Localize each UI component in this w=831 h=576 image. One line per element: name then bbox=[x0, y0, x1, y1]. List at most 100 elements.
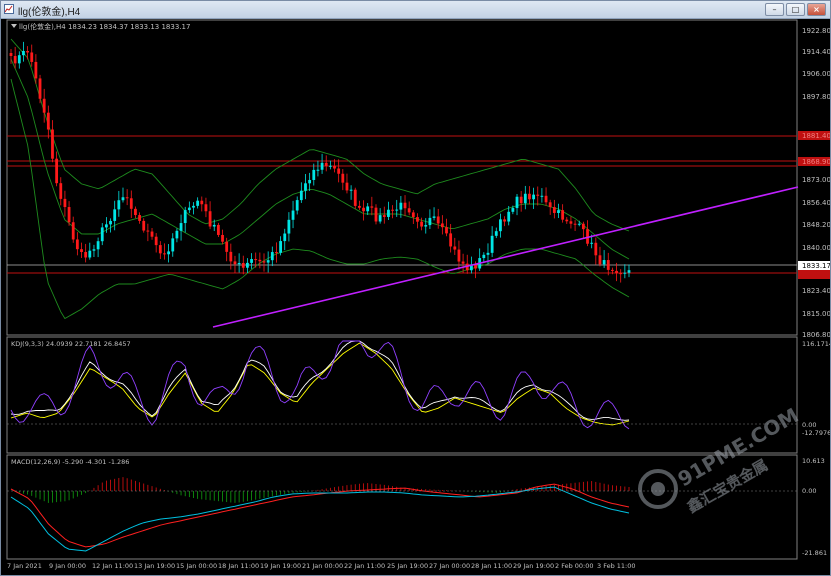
candle-body bbox=[440, 223, 444, 228]
candle-body bbox=[117, 200, 121, 210]
candle-body bbox=[519, 196, 523, 204]
price-tick: 1897.80 bbox=[802, 93, 830, 101]
candle-body bbox=[511, 208, 515, 212]
candle-body bbox=[258, 259, 262, 262]
candle-body bbox=[192, 205, 195, 208]
candle-body bbox=[461, 261, 465, 264]
candle-body bbox=[581, 223, 585, 230]
price-tag-ghost: 1868.90 bbox=[802, 158, 830, 166]
candle-body bbox=[407, 208, 411, 213]
candle-body bbox=[615, 270, 618, 274]
candle-body bbox=[548, 202, 552, 208]
candle-body bbox=[175, 230, 179, 239]
watermark-logo-dot bbox=[651, 482, 665, 496]
candle-body bbox=[241, 263, 245, 268]
candle-body bbox=[328, 165, 332, 167]
candle-body bbox=[275, 252, 278, 254]
candle-body bbox=[565, 219, 569, 222]
candle-body bbox=[171, 238, 175, 252]
candle-body bbox=[270, 252, 274, 261]
time-label: 13 Jan 19:00 bbox=[134, 562, 175, 570]
candle-body bbox=[246, 262, 249, 268]
current-price-label: 1833.17 bbox=[802, 262, 830, 270]
main-chart-header: llg(伦敦金),H4 1834.23 1834.37 1833.13 1833… bbox=[19, 22, 190, 31]
candle-body bbox=[569, 221, 573, 224]
candle-body bbox=[403, 202, 407, 209]
candle-body bbox=[80, 249, 83, 252]
kdj-pane[interactable] bbox=[6, 336, 798, 454]
candle-body bbox=[387, 209, 390, 217]
minimize-button[interactable]: – bbox=[765, 3, 784, 16]
candle-body bbox=[59, 183, 63, 199]
candle-body bbox=[167, 251, 171, 255]
candle-body bbox=[138, 215, 141, 221]
candle-body bbox=[590, 242, 594, 244]
candle-body bbox=[611, 269, 614, 271]
time-label: 7 Jan 2021 bbox=[7, 562, 42, 570]
candle-body bbox=[100, 227, 104, 242]
candle-body bbox=[67, 207, 71, 223]
candle-body bbox=[606, 260, 610, 270]
candle-body bbox=[129, 198, 133, 209]
price-tick: 1914.40 bbox=[802, 48, 830, 56]
candle-body bbox=[316, 169, 320, 171]
candle-body bbox=[200, 200, 204, 205]
candle-body bbox=[283, 233, 287, 242]
candle-body bbox=[532, 194, 536, 200]
candle-body bbox=[540, 195, 544, 197]
candle-body bbox=[428, 217, 432, 226]
candle-body bbox=[507, 211, 511, 222]
candle-body bbox=[424, 225, 428, 227]
candle-body bbox=[482, 254, 486, 259]
candle-body bbox=[449, 233, 453, 247]
candle-body bbox=[216, 224, 220, 235]
candle-body bbox=[362, 207, 365, 212]
candle-body bbox=[237, 263, 241, 265]
chart-panes[interactable]: llg(伦敦金),H4 1834.23 1834.37 1833.13 1833… bbox=[1, 19, 830, 576]
candle-body bbox=[353, 189, 357, 206]
candle-body bbox=[515, 196, 519, 209]
candle-body bbox=[395, 209, 399, 211]
time-label: 29 Jan 19:00 bbox=[513, 562, 554, 570]
candle-body bbox=[158, 245, 162, 254]
candle-body bbox=[411, 212, 415, 218]
main-price-pane[interactable] bbox=[6, 19, 798, 336]
candle-body bbox=[42, 98, 46, 113]
candle-body bbox=[233, 261, 237, 265]
candle-body bbox=[594, 242, 598, 256]
candle-body bbox=[312, 169, 316, 180]
maximize-button[interactable]: □ bbox=[786, 3, 805, 16]
candle-body bbox=[183, 210, 187, 224]
candle-body bbox=[142, 220, 146, 231]
candle-body bbox=[88, 250, 92, 258]
candle-body bbox=[46, 112, 50, 130]
candle-body bbox=[279, 241, 282, 253]
candle-body bbox=[63, 198, 67, 208]
candle-body bbox=[391, 209, 394, 211]
kdj-tick: 0.00 bbox=[802, 421, 816, 429]
candle-body bbox=[9, 53, 13, 57]
candle-body bbox=[577, 223, 581, 225]
window-titlebar[interactable]: llg(伦敦金),H4 – □ × bbox=[1, 1, 830, 19]
price-tick: 1848.20 bbox=[802, 221, 830, 229]
candle-body bbox=[420, 221, 424, 227]
candle-body bbox=[55, 158, 59, 184]
close-button[interactable]: × bbox=[807, 3, 826, 16]
macd-tick: -21.861 bbox=[802, 549, 827, 557]
candle-body bbox=[84, 251, 88, 258]
candle-body bbox=[490, 235, 494, 253]
candle-body bbox=[134, 208, 137, 216]
candle-body bbox=[536, 194, 540, 196]
candle-body bbox=[254, 259, 258, 261]
candle-body bbox=[399, 202, 403, 210]
candle-body bbox=[358, 205, 361, 208]
time-label: 27 Jan 00:00 bbox=[429, 562, 470, 570]
candle-body bbox=[109, 220, 112, 225]
candle-body bbox=[374, 207, 378, 222]
candle-body bbox=[457, 249, 461, 262]
candle-body bbox=[34, 61, 38, 79]
candle-body bbox=[333, 165, 336, 169]
candle-body bbox=[92, 249, 96, 251]
candle-body bbox=[212, 224, 216, 227]
candle-body bbox=[349, 189, 353, 191]
